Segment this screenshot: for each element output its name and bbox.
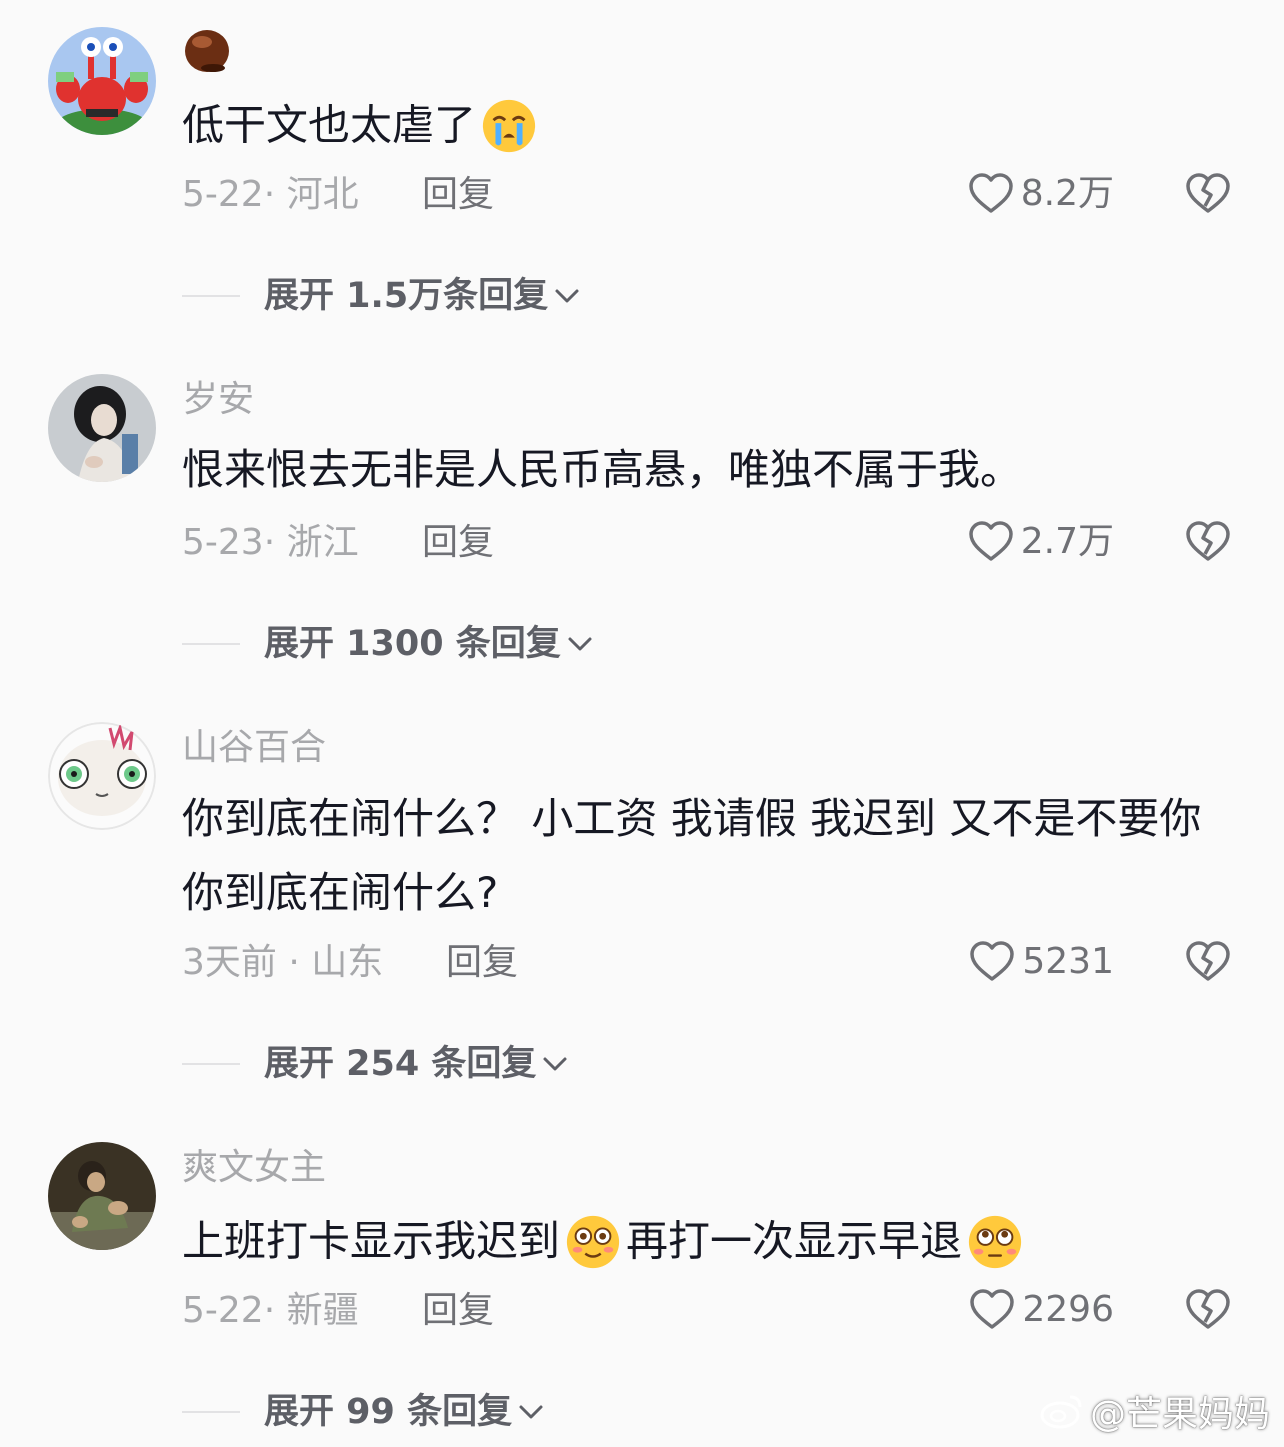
- comment-text: 恨来恨去无非是人民币高悬，唯独不属于我。: [182, 445, 1023, 494]
- avatar[interactable]: [48, 27, 156, 135]
- like-button[interactable]: 8.2万: [967, 170, 1114, 218]
- broken-heart-icon: [1186, 173, 1230, 213]
- chevron-down-icon: [519, 1405, 543, 1419]
- username[interactable]: 爽文女主: [182, 1146, 326, 1190]
- heart-outline-icon: [970, 941, 1015, 981]
- username-emoji: [182, 24, 232, 78]
- broken-heart-icon: [1186, 941, 1230, 981]
- heart-outline-icon: [970, 1289, 1015, 1329]
- comment-date: 5-22: [182, 174, 264, 215]
- weibo-logo-icon: [1040, 1395, 1082, 1429]
- dislike-button[interactable]: [1184, 518, 1232, 566]
- expand-replies-button[interactable]: 展开 1.5万条回复: [182, 274, 582, 318]
- expand-replies-button[interactable]: 展开 254 条回复: [182, 1042, 570, 1086]
- expand-label: 展开 1.5万条回复: [264, 276, 549, 316]
- divider: [182, 643, 240, 645]
- avatar[interactable]: [48, 1142, 156, 1250]
- expand-replies-button[interactable]: 展开 99 条回复: [182, 1390, 546, 1434]
- chevron-down-icon: [568, 637, 592, 651]
- like-count: 5231: [1022, 941, 1114, 982]
- flushed-face-icon: [566, 1215, 620, 1268]
- comment-meta: 3天前 · 山东: [182, 942, 384, 983]
- comment-location: 新疆: [286, 1290, 359, 1331]
- like-count: 2.7万: [1020, 521, 1114, 562]
- broken-heart-icon: [1186, 1289, 1230, 1329]
- reply-button[interactable]: 回复: [422, 1289, 494, 1333]
- expand-replies-button[interactable]: 展开 1300 条回复: [182, 622, 595, 666]
- comment-location: 山东: [311, 942, 384, 983]
- comment-date: 5-23: [182, 522, 264, 563]
- comment-meta: 5-22· 新疆: [182, 1290, 359, 1331]
- comment-text: 你到底在闹什么？ 小工资 我请假 我迟到 又不是不要你 你到底在闹什么?: [182, 794, 1202, 917]
- username[interactable]: 岁安: [182, 378, 254, 422]
- expand-label: 展开 1300 条回复: [264, 624, 561, 664]
- divider: [182, 1063, 240, 1065]
- comment-date: 3天前: [182, 942, 277, 983]
- comment-meta: 5-22· 河北: [182, 174, 359, 215]
- comment-text: 低干文也太虐了: [182, 86, 1222, 163]
- watermark-text: @芒果妈妈: [1089, 1394, 1270, 1435]
- divider: [182, 295, 240, 297]
- comment-meta: 5-23· 浙江: [182, 522, 359, 563]
- like-button[interactable]: 2.7万: [967, 518, 1114, 566]
- watermark: @芒果妈妈: [1040, 1385, 1270, 1437]
- dislike-button[interactable]: [1184, 938, 1232, 986]
- chevron-down-icon: [543, 1057, 567, 1071]
- crying-emoji-icon: [482, 99, 536, 152]
- expand-label: 展开 99 条回复: [264, 1392, 513, 1432]
- like-count: 2296: [1022, 1289, 1114, 1330]
- dislike-button[interactable]: [1184, 1286, 1232, 1334]
- reply-button[interactable]: 回复: [422, 521, 494, 565]
- comment-location: 浙江: [286, 522, 359, 563]
- comment-text: 上班打卡显示我迟到 再打一次显示早退: [182, 1202, 1222, 1279]
- avatar[interactable]: [48, 374, 156, 482]
- avatar[interactable]: [48, 722, 156, 830]
- heart-outline-icon: [968, 173, 1013, 213]
- username[interactable]: 山谷百合: [182, 726, 326, 770]
- divider: [182, 1411, 240, 1413]
- like-button[interactable]: 2296: [968, 1286, 1114, 1334]
- broken-heart-icon: [1186, 521, 1230, 561]
- like-count: 8.2万: [1020, 173, 1114, 214]
- pleading-face-icon: [968, 1215, 1022, 1268]
- reply-button[interactable]: 回复: [422, 173, 494, 217]
- dislike-button[interactable]: [1184, 170, 1232, 218]
- comment-location: 河北: [286, 174, 359, 215]
- chevron-down-icon: [555, 289, 579, 303]
- like-button[interactable]: 5231: [968, 938, 1114, 986]
- heart-outline-icon: [968, 521, 1013, 561]
- comment-date: 5-22: [182, 1290, 264, 1331]
- reply-button[interactable]: 回复: [446, 941, 518, 985]
- expand-label: 展开 254 条回复: [264, 1044, 537, 1084]
